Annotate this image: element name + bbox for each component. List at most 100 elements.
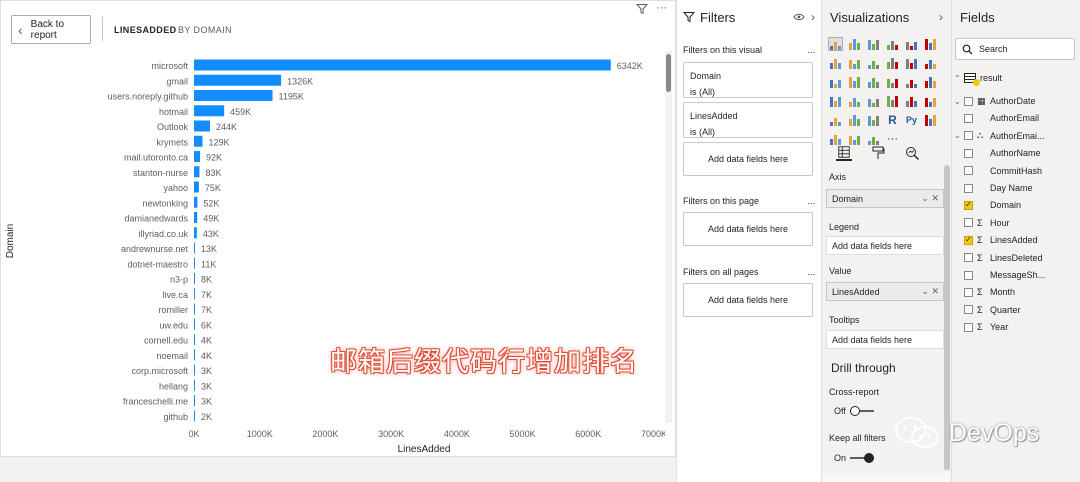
tab-linesadded[interactable]: LINESADDED bbox=[114, 25, 177, 35]
viz-slicer-icon[interactable] bbox=[828, 113, 843, 127]
bar[interactable] bbox=[194, 181, 199, 193]
viz-stacked-bar-icon[interactable] bbox=[828, 37, 843, 51]
table-result[interactable]: ⌃ result bbox=[954, 71, 1002, 86]
viz-funnel-icon[interactable] bbox=[847, 75, 862, 89]
viz-matrix-icon[interactable] bbox=[866, 113, 881, 127]
bar[interactable] bbox=[194, 395, 195, 406]
value-field-pill[interactable]: LinesAdded ⌄ ✕ bbox=[826, 282, 944, 301]
chart-scroll-thumb[interactable] bbox=[666, 54, 671, 92]
bar[interactable] bbox=[194, 273, 195, 284]
viz-arcgis-map-icon[interactable] bbox=[847, 132, 862, 146]
viz-waterfall-icon[interactable] bbox=[828, 75, 843, 89]
bar[interactable] bbox=[194, 120, 211, 132]
chevron-down-icon[interactable]: ⌄ bbox=[954, 131, 964, 140]
viz-filled-map-icon[interactable] bbox=[847, 94, 862, 108]
chart-scroll-track[interactable] bbox=[665, 51, 672, 423]
field-checkbox[interactable] bbox=[964, 287, 973, 297]
field-item[interactable]: Σ Year bbox=[954, 320, 1008, 334]
viz-area-chart-icon[interactable] bbox=[847, 56, 862, 70]
field-checkbox[interactable]: ✓ bbox=[964, 235, 973, 245]
field-checkbox[interactable] bbox=[964, 113, 973, 123]
viz-100-column-icon[interactable] bbox=[923, 37, 938, 51]
eye-icon[interactable] bbox=[793, 13, 805, 21]
bar[interactable] bbox=[194, 410, 195, 422]
field-checkbox[interactable] bbox=[964, 183, 973, 193]
keep-all-filters-toggle[interactable] bbox=[850, 453, 875, 463]
viz-pie-icon[interactable] bbox=[885, 75, 900, 89]
viz-clustered-bar-icon[interactable] bbox=[866, 37, 881, 51]
viz-key-influencers-icon[interactable] bbox=[923, 113, 938, 127]
bar[interactable] bbox=[194, 349, 195, 361]
viz-multi-row-card-icon[interactable] bbox=[904, 94, 919, 108]
viz-r-script-icon[interactable]: R bbox=[885, 113, 900, 127]
field-item[interactable]: ✓ Σ LinesAdded bbox=[954, 233, 1038, 247]
bar[interactable] bbox=[194, 166, 200, 178]
viz-line-chart-icon[interactable] bbox=[828, 56, 843, 70]
tooltips-drop-box[interactable]: Add data fields here bbox=[826, 330, 944, 349]
field-item[interactable]: Σ Quarter bbox=[954, 303, 1021, 317]
bar[interactable] bbox=[194, 227, 197, 239]
field-item[interactable]: AuthorEmail bbox=[954, 111, 1039, 125]
more-options-icon[interactable]: ··· bbox=[656, 3, 667, 15]
bar[interactable] bbox=[194, 59, 611, 71]
bar[interactable] bbox=[194, 90, 273, 101]
field-item[interactable]: ✓ Domain bbox=[954, 198, 1021, 212]
viz-gauge-icon[interactable] bbox=[866, 94, 881, 108]
viz-line-column-icon[interactable] bbox=[885, 56, 900, 70]
field-item[interactable]: CommitHash bbox=[954, 164, 1042, 178]
bar[interactable] bbox=[194, 105, 225, 117]
viz-100-bar-icon[interactable] bbox=[904, 37, 919, 51]
viz-clustered-column-icon[interactable] bbox=[885, 37, 900, 51]
bar[interactable] bbox=[194, 334, 195, 345]
field-item[interactable]: Σ LinesDeleted bbox=[954, 251, 1043, 265]
bar[interactable] bbox=[194, 74, 282, 86]
cross-report-toggle[interactable] bbox=[849, 406, 874, 416]
format-paint-roller-icon[interactable] bbox=[870, 145, 886, 161]
bar[interactable] bbox=[194, 288, 195, 300]
bar[interactable] bbox=[194, 303, 195, 315]
field-item[interactable]: MessageSh... bbox=[954, 268, 1045, 282]
viz-stacked-column-icon[interactable] bbox=[847, 37, 862, 51]
axis-field-controls[interactable]: ⌄ ✕ bbox=[921, 193, 939, 204]
viz-power-apps-icon[interactable] bbox=[866, 132, 881, 146]
filter-icon[interactable] bbox=[636, 3, 648, 15]
viz-treemap-icon[interactable] bbox=[923, 75, 938, 89]
chevron-down-icon[interactable]: ⌄ bbox=[954, 97, 964, 106]
bar[interactable] bbox=[194, 196, 198, 208]
viz-stacked-area-icon[interactable] bbox=[866, 56, 881, 70]
field-item[interactable]: ⌄ ⛬ AuthorEmai... bbox=[954, 129, 1045, 143]
field-checkbox[interactable] bbox=[964, 131, 973, 141]
back-to-report-button[interactable]: ‹ Back to report bbox=[11, 15, 91, 44]
field-item[interactable]: ⌄ ▦ AuthorDate bbox=[954, 94, 1036, 108]
viz-python-script-icon[interactable]: Py bbox=[904, 113, 919, 127]
viz-ribbon-icon[interactable] bbox=[923, 56, 938, 70]
bar[interactable] bbox=[194, 151, 201, 162]
page-add-data-fields-drop[interactable]: Add data fields here bbox=[683, 212, 813, 246]
viz-decomposition-tree-icon[interactable] bbox=[828, 132, 843, 146]
bar[interactable] bbox=[194, 257, 195, 269]
field-checkbox[interactable] bbox=[964, 305, 973, 315]
viz-map-icon[interactable] bbox=[828, 94, 843, 108]
chevron-up-icon[interactable]: ⌃ bbox=[954, 74, 964, 83]
collapse-visualizations-icon[interactable]: › bbox=[939, 10, 943, 24]
filters-on-visual-more-icon[interactable]: ... bbox=[807, 45, 815, 55]
bar[interactable] bbox=[194, 135, 203, 147]
filter-card-domain[interactable]: Domain is (All) bbox=[683, 62, 813, 98]
viz-card-icon[interactable] bbox=[885, 94, 900, 108]
field-checkbox[interactable] bbox=[964, 270, 973, 280]
field-checkbox[interactable] bbox=[964, 218, 973, 228]
field-checkbox[interactable] bbox=[964, 253, 973, 263]
all-pages-add-data-fields-drop[interactable]: Add data fields here bbox=[683, 283, 813, 317]
viz-scatter-icon[interactable] bbox=[866, 75, 881, 89]
field-checkbox[interactable] bbox=[964, 322, 973, 332]
field-checkbox[interactable] bbox=[964, 96, 973, 106]
bar[interactable] bbox=[194, 364, 195, 376]
field-item[interactable]: Day Name bbox=[954, 181, 1033, 195]
field-checkbox[interactable] bbox=[964, 148, 973, 158]
bar[interactable] bbox=[194, 318, 195, 330]
field-checkbox[interactable] bbox=[964, 166, 973, 176]
filter-card-linesadded[interactable]: LinesAdded is (All) bbox=[683, 102, 813, 138]
filters-on-all-pages-more-icon[interactable]: ... bbox=[807, 267, 815, 277]
legend-drop-box[interactable]: Add data fields here bbox=[826, 236, 944, 255]
bar[interactable] bbox=[194, 242, 195, 254]
